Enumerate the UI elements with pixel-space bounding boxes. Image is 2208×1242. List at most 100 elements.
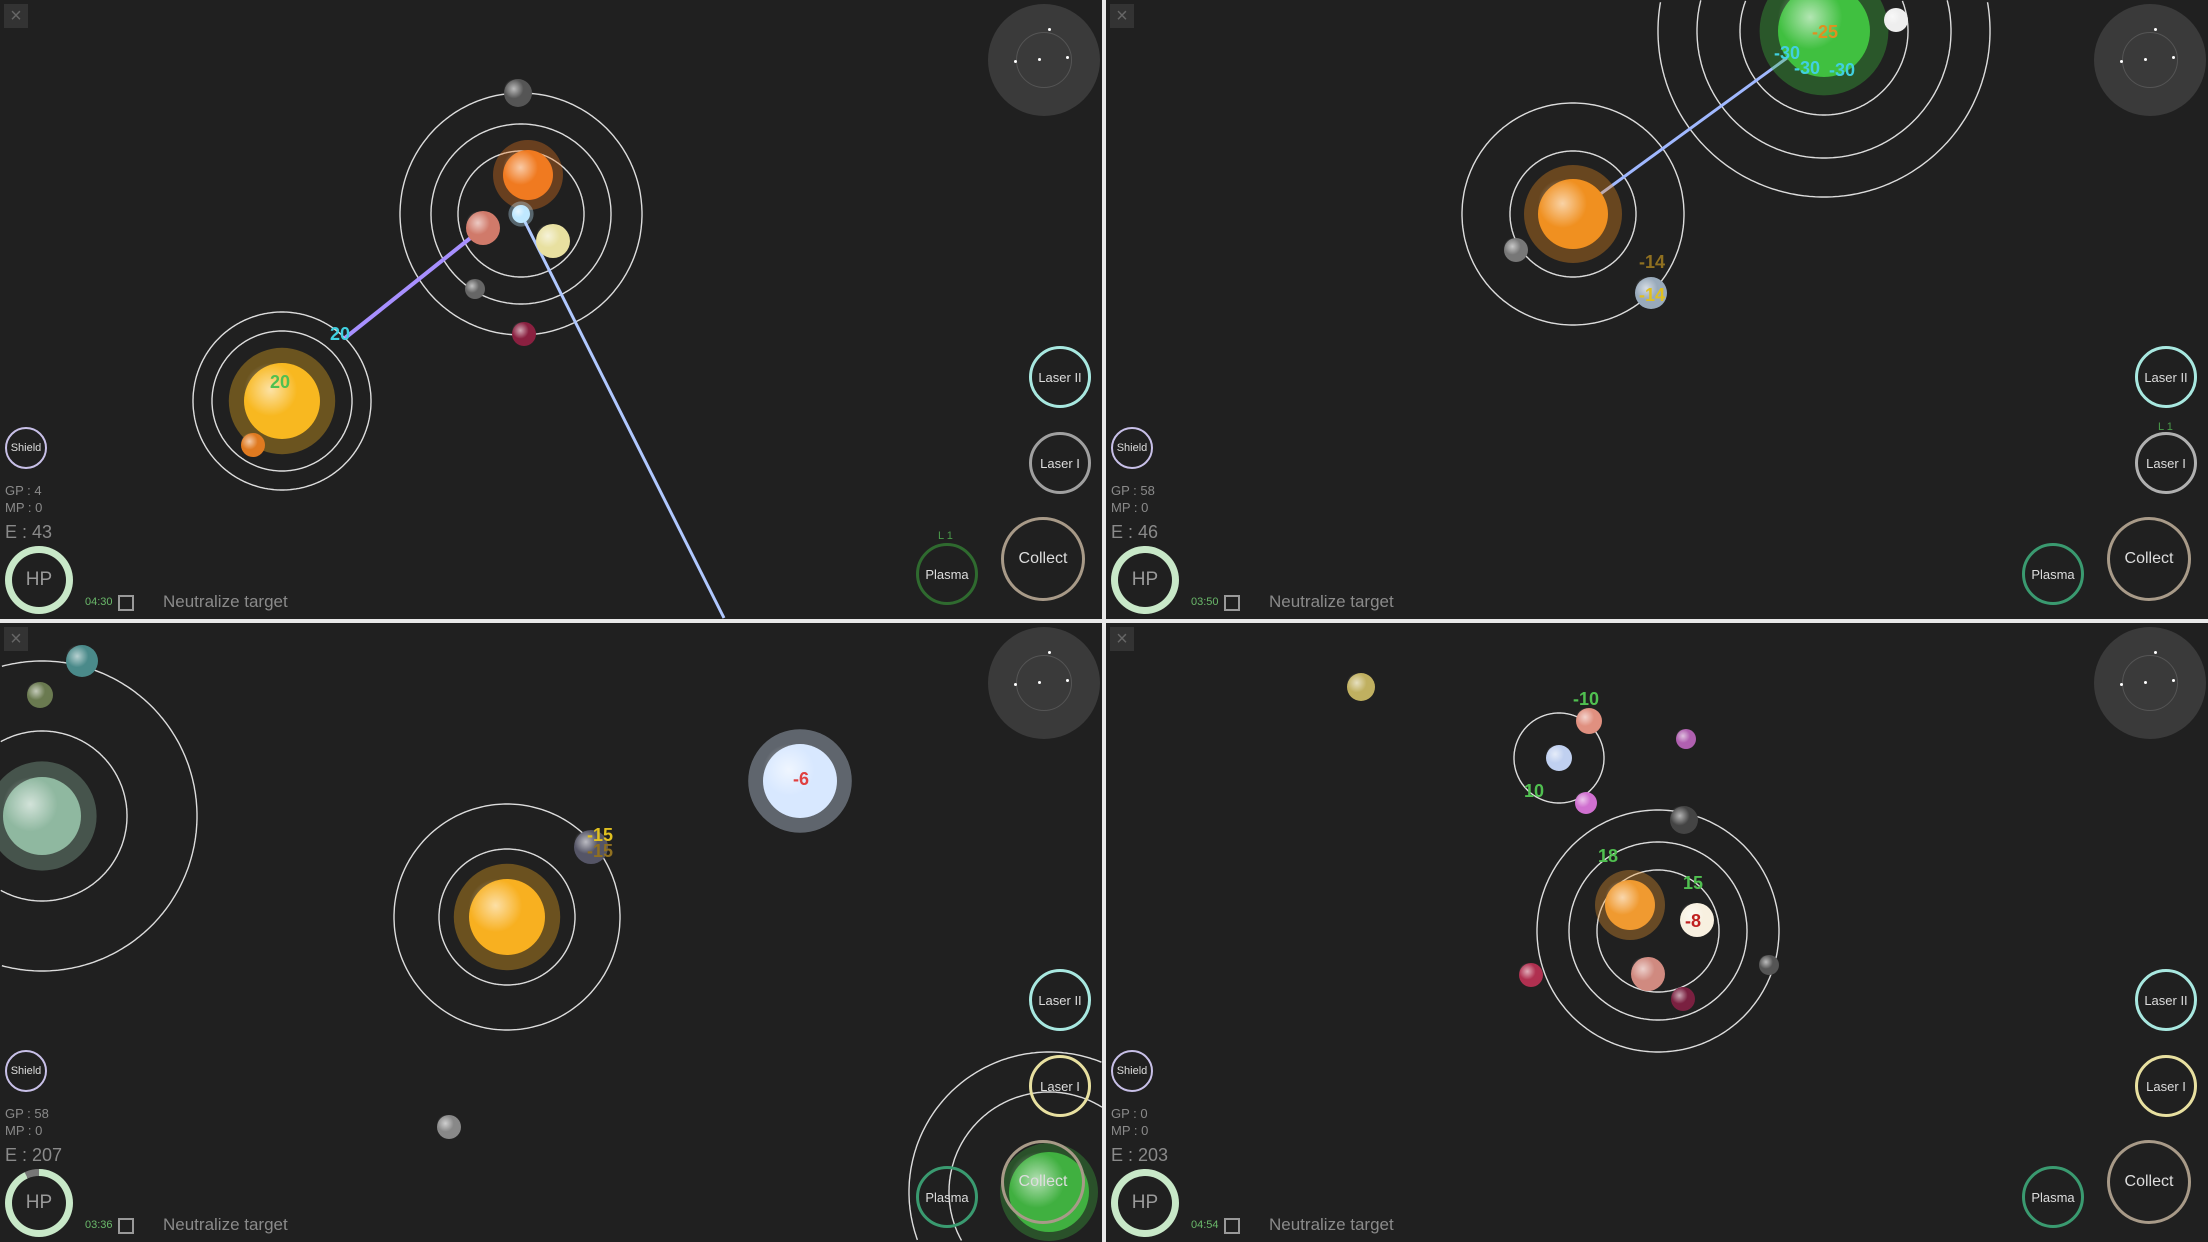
planet[interactable]	[1504, 238, 1528, 262]
damage-number: -8	[1685, 911, 1702, 931]
minimap-blip	[2172, 56, 2175, 59]
planet[interactable]	[466, 211, 500, 245]
laser-ii-button[interactable]: Laser II	[1029, 346, 1091, 408]
minimap-blip	[1014, 60, 1017, 63]
hp-gauge: HP	[1111, 1169, 1179, 1237]
damage-number: -14	[1639, 285, 1666, 305]
e-readout: E : 43	[5, 522, 53, 542]
laser-i-level: L 1	[2158, 421, 2173, 433]
damage-number: -10	[1573, 689, 1600, 709]
orbit-ring	[1568, 841, 1748, 1021]
objective-checkbox[interactable]	[118, 595, 134, 611]
planet[interactable]	[1884, 8, 1908, 32]
minimap-ring	[1016, 32, 1072, 88]
plasma-button[interactable]: Plasma	[916, 543, 978, 605]
game-panel-3: -15 -15 -6 × Shield GP : 58 MP : 0E : 207 HP 03:…	[0, 623, 1102, 1242]
planet[interactable]	[504, 79, 532, 107]
damage-number: -30	[1829, 60, 1856, 80]
e-readout: E : 46	[1111, 522, 1159, 542]
collect-button[interactable]: Collect	[1001, 517, 1085, 601]
planet[interactable]	[1519, 963, 1543, 987]
close-icon[interactable]: ×	[1110, 627, 1134, 651]
hp-gauge: HP	[1111, 546, 1179, 614]
timer: 04:54	[1191, 1219, 1219, 1231]
planet[interactable]	[1576, 708, 1602, 734]
plasma-level: L 1	[938, 530, 953, 542]
objective-checkbox[interactable]	[1224, 1218, 1240, 1234]
planet[interactable]	[1670, 806, 1698, 834]
planet[interactable]	[1671, 987, 1695, 1011]
planet[interactable]	[1546, 745, 1572, 771]
planet[interactable]	[241, 433, 265, 457]
close-icon[interactable]: ×	[4, 627, 28, 651]
objective-checkbox[interactable]	[1224, 595, 1240, 611]
gp-readout: GP : 0	[1111, 1106, 1148, 1121]
laser-i-button[interactable]: Laser I	[1029, 1055, 1091, 1117]
planet[interactable]	[1759, 955, 1779, 975]
minimap[interactable]	[2094, 627, 2206, 739]
game-scene[interactable]	[0, 623, 1102, 1242]
sun[interactable]	[493, 140, 563, 210]
laser-ii-button[interactable]: Laser II	[2135, 346, 2197, 408]
minimap-blip	[1048, 651, 1051, 654]
planet[interactable]	[66, 645, 98, 677]
hp-gauge-inner: HP	[12, 553, 66, 607]
minimap-ring	[1016, 655, 1072, 711]
sun[interactable]	[1524, 165, 1622, 263]
game-scene[interactable]	[1106, 0, 2208, 619]
shield-button[interactable]: Shield	[5, 427, 47, 469]
plasma-button[interactable]: Plasma	[2022, 543, 2084, 605]
laser-ii-button[interactable]: Laser II	[1029, 969, 1091, 1031]
shield-button[interactable]: Shield	[5, 1050, 47, 1092]
minimap[interactable]	[988, 4, 1100, 116]
damage-number: -15	[587, 841, 614, 861]
laser-i-button[interactable]: Laser I	[2135, 1055, 2197, 1117]
game-panel-1: 20 20 × Shield GP : 4 MP : 0 E : 43 HP 04:30 Neut…	[0, 0, 1102, 619]
laser-ii-button[interactable]: Laser II	[2135, 969, 2197, 1031]
orbit-ring	[1536, 809, 1780, 1053]
plasma-button[interactable]: Plasma	[2022, 1166, 2084, 1228]
minimap-blip	[2154, 28, 2157, 31]
star[interactable]	[0, 761, 97, 871]
collect-button[interactable]: Collect	[1001, 1140, 1085, 1224]
laser-beam	[519, 213, 726, 619]
sun[interactable]	[1595, 870, 1665, 940]
minimap-blip	[1014, 683, 1017, 686]
minimap-blip	[1048, 28, 1051, 31]
collect-button[interactable]: Collect	[2107, 1140, 2191, 1224]
e-readout: E : 203	[1111, 1145, 1169, 1165]
laser-i-button[interactable]: Laser I	[2135, 432, 2197, 494]
minimap-ring	[2122, 655, 2178, 711]
minimap[interactable]	[988, 627, 1100, 739]
minimap-blip	[2144, 58, 2147, 61]
damage-number: -25	[1812, 22, 1839, 42]
planet[interactable]	[536, 224, 570, 258]
planet[interactable]	[1347, 673, 1375, 701]
objective-text: Neutralize target	[1269, 1215, 1394, 1234]
star[interactable]	[508, 201, 534, 227]
shield-button[interactable]: Shield	[1111, 1050, 1153, 1092]
planet[interactable]	[465, 279, 485, 299]
planet[interactable]	[512, 322, 536, 346]
close-icon[interactable]: ×	[4, 4, 28, 28]
game-scene[interactable]	[1106, 623, 2208, 1242]
planet[interactable]	[1575, 792, 1597, 814]
timer: 03:36	[85, 1219, 113, 1231]
damage-number: -14	[1639, 252, 1666, 272]
objective-checkbox[interactable]	[118, 1218, 134, 1234]
sun[interactable]	[453, 863, 561, 971]
plasma-button[interactable]: Plasma	[916, 1166, 978, 1228]
planet[interactable]	[26, 682, 53, 708]
damage-number: 10	[1524, 781, 1545, 801]
minimap[interactable]	[2094, 4, 2206, 116]
collect-button[interactable]: Collect	[2107, 517, 2191, 601]
planet[interactable]	[1676, 729, 1696, 749]
laser-i-button[interactable]: Laser I	[1029, 432, 1091, 494]
game-scene[interactable]	[0, 0, 1102, 619]
hp-gauge-inner: HP	[1118, 1176, 1172, 1230]
hp-gauge: HP	[5, 1169, 73, 1237]
close-icon[interactable]: ×	[1110, 4, 1134, 28]
shield-button[interactable]: Shield	[1111, 427, 1153, 469]
planet[interactable]	[1631, 957, 1665, 991]
planet[interactable]	[437, 1115, 461, 1139]
